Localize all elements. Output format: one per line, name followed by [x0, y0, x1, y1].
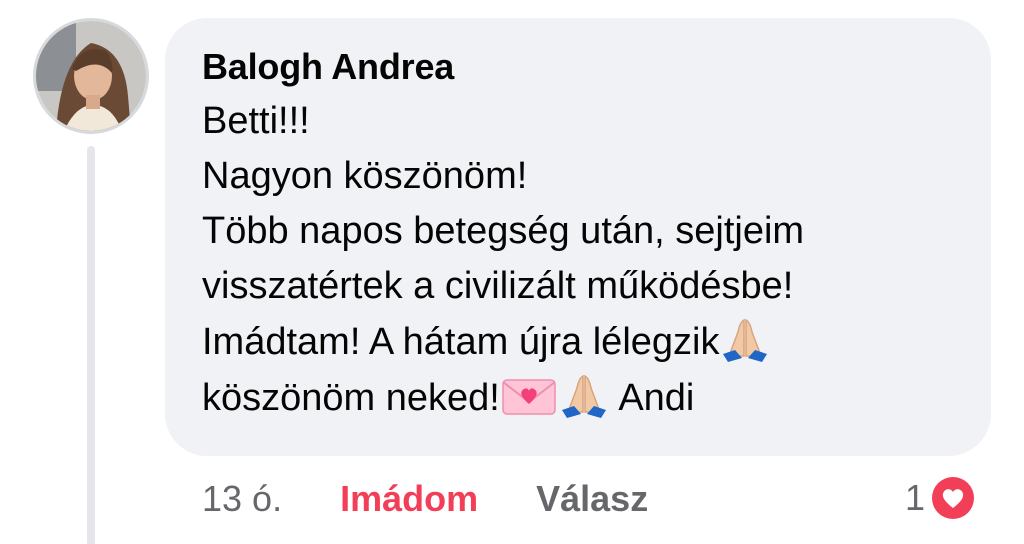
comment-line: Nagyon köszönöm! — [202, 155, 528, 197]
reply-button[interactable]: Válasz — [536, 477, 648, 521]
reaction-summary[interactable]: 1 — [905, 474, 978, 522]
love-letter-emoji — [501, 370, 557, 420]
comment-thread: Balogh Andrea Betti!!! Nagyon köszönöm! … — [0, 0, 1024, 544]
comment-line: Betti!!! — [202, 100, 310, 142]
comment-line-with-emoji: köszönöm neked! Andi — [202, 370, 957, 426]
comment-signature: Andi — [618, 377, 695, 419]
reaction-count: 1 — [905, 477, 926, 518]
folded-hands-emoji — [720, 314, 770, 364]
timestamp[interactable]: 13 ó. — [202, 477, 282, 521]
comment-line: Több napos betegség után, sejtjeim — [202, 210, 805, 252]
avatar[interactable] — [33, 18, 149, 134]
comment-text: Imádtam! A hátam újra lélegzik — [202, 321, 720, 363]
comment-bubble[interactable]: Balogh Andrea Betti!!! Nagyon köszönöm! … — [165, 18, 991, 456]
folded-hands-emoji — [559, 370, 609, 420]
comment-line-with-emoji: Imádtam! A hátam újra lélegzik — [202, 314, 957, 370]
comment-author[interactable]: Balogh Andrea — [202, 44, 957, 90]
comment-text: köszönöm neked! — [202, 377, 500, 419]
profile-photo — [36, 21, 146, 131]
comment-actions: 13 ó. Imádom Válasz — [202, 477, 648, 521]
reaction-button[interactable]: Imádom — [340, 477, 478, 521]
love-reaction-icon — [929, 474, 978, 522]
comment-line: visszatértek a civilizált működésbe! — [202, 265, 794, 307]
thread-line — [87, 146, 95, 544]
comment-body: Betti!!! Nagyon köszönöm! Több napos bet… — [202, 94, 957, 426]
